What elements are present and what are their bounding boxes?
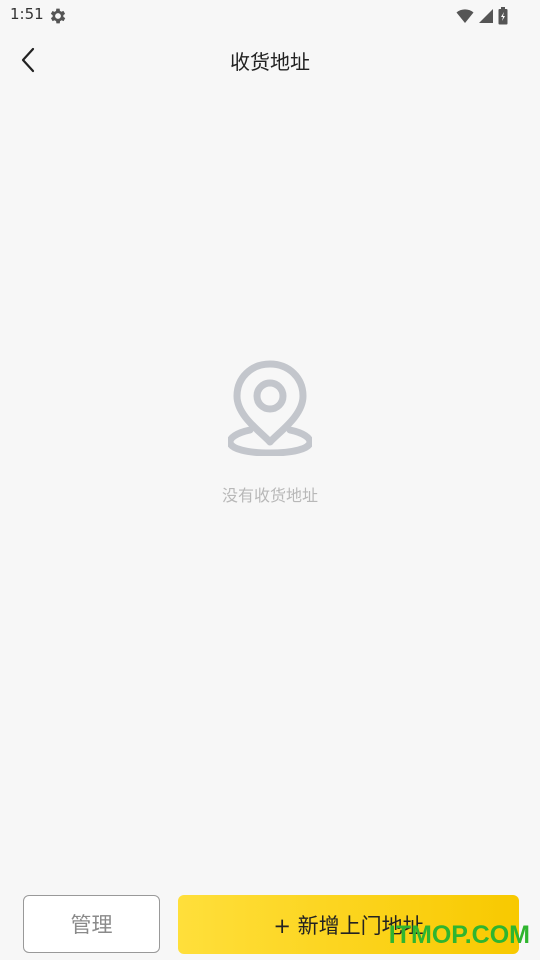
- gear-icon: [50, 8, 66, 24]
- empty-state: 没有收货地址: [0, 360, 540, 506]
- status-icons: [456, 6, 508, 26]
- signal-icon: [479, 9, 493, 23]
- wifi-icon: [456, 9, 474, 23]
- battery-icon: [498, 7, 508, 25]
- manage-button[interactable]: 管理: [23, 895, 160, 953]
- status-bar: 1:51: [0, 0, 540, 32]
- status-time: 1:51: [10, 5, 44, 23]
- location-pin-icon: [228, 360, 312, 456]
- header: 收货地址: [0, 32, 540, 88]
- empty-message: 没有收货地址: [221, 486, 318, 505]
- page-title: 收货地址: [230, 50, 310, 74]
- watermark: ITMOP.COM: [388, 921, 530, 949]
